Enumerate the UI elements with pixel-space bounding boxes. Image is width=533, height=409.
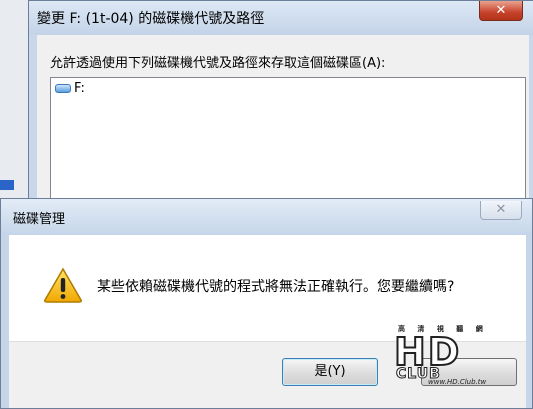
drive-icon bbox=[55, 84, 71, 93]
access-prompt-label: 允許透過使用下列磁碟機代號及路徑來存取這個磁碟區(A): bbox=[50, 56, 386, 71]
confirm-message: 某些依賴磁碟機代號的程式將無法正確執行。您要繼續嗎? bbox=[97, 279, 455, 295]
dialog-title: 變更 F: (1t-04) 的磁碟機代號及路徑 bbox=[37, 11, 265, 27]
close-button[interactable]: ✕ bbox=[479, 1, 523, 21]
title-bar: 變更 F: (1t-04) 的磁碟機代號及路徑 ✕ bbox=[29, 1, 533, 35]
background-window-highlight bbox=[0, 180, 14, 190]
watermark-logo: 高 清 視 聽 網 HD CLUB www.HD.Club.tw bbox=[392, 325, 518, 388]
warning-icon bbox=[44, 267, 82, 303]
list-item[interactable]: F: bbox=[55, 81, 85, 96]
title-bar: 磁碟管理 ✕ bbox=[1, 199, 532, 235]
drive-path-list[interactable]: F: bbox=[50, 77, 526, 211]
dialog-body: 允許透過使用下列磁碟機代號及路徑來存取這個磁碟區(A): F: bbox=[37, 35, 529, 211]
dialog-title: 磁碟管理 bbox=[13, 212, 66, 227]
watermark-url: www.HD.Club.tw bbox=[428, 378, 487, 386]
close-button[interactable]: ✕ bbox=[480, 201, 522, 220]
change-drive-letter-dialog: 變更 F: (1t-04) 的磁碟機代號及路徑 ✕ 允許透過使用下列磁碟機代號及… bbox=[28, 0, 533, 211]
list-item-label: F: bbox=[74, 81, 85, 96]
yes-button[interactable]: 是(Y) bbox=[282, 358, 378, 386]
